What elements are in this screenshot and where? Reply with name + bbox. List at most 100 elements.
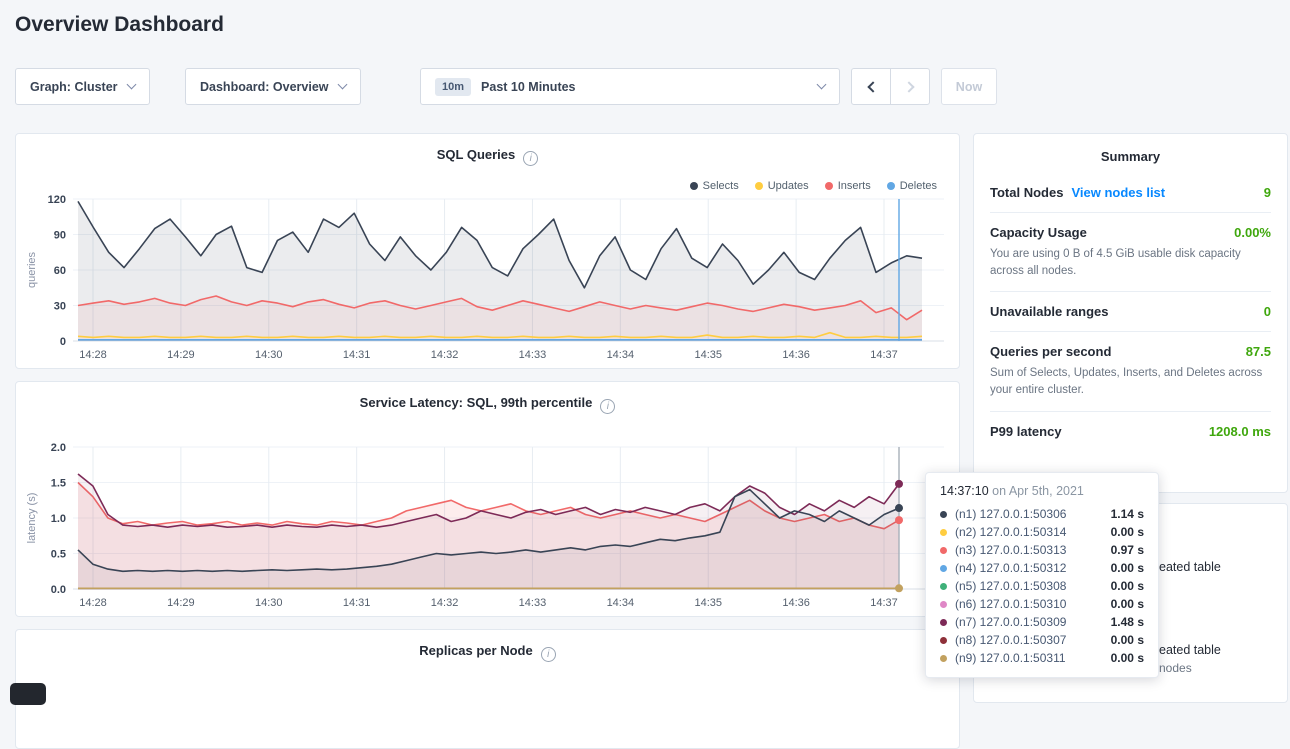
- svg-text:14:28: 14:28: [79, 597, 107, 609]
- service-latency-chart[interactable]: 0.00.51.01.52.014:2814:2914:3014:3114:32…: [21, 437, 954, 615]
- tooltip-node-row: (n2) 127.0.0.1:503140.00 s: [940, 523, 1144, 541]
- service-latency-title-row: Service Latency: SQL, 99th percentile i: [16, 395, 959, 414]
- svg-text:14:31: 14:31: [343, 349, 371, 361]
- tooltip-node-row: (n3) 127.0.0.1:503130.97 s: [940, 541, 1144, 559]
- tooltip-node-label: (n3) 127.0.0.1:50313: [955, 543, 1066, 557]
- info-icon[interactable]: i: [523, 151, 538, 166]
- summary-panel: Summary Total Nodes View nodes list 9 Ca…: [973, 133, 1288, 493]
- capacity-subtext: You are using 0 B of 4.5 GiB usable disk…: [990, 246, 1271, 279]
- svg-text:14:36: 14:36: [782, 349, 810, 361]
- svg-text:14:29: 14:29: [167, 349, 195, 361]
- svg-text:0: 0: [60, 336, 66, 348]
- graph-dropdown[interactable]: Graph: Cluster: [15, 68, 150, 105]
- svg-text:0.0: 0.0: [51, 584, 66, 596]
- svg-text:14:34: 14:34: [607, 349, 635, 361]
- replicas-title-row: Replicas per Node i: [16, 643, 959, 662]
- tooltip-node-value: 0.00 s: [1111, 561, 1144, 575]
- time-prev-button[interactable]: [851, 68, 891, 105]
- time-range-label: Past 10 Minutes: [481, 80, 575, 94]
- info-icon[interactable]: i: [541, 647, 556, 662]
- replicas-title: Replicas per Node: [419, 643, 532, 658]
- svg-text:14:29: 14:29: [167, 597, 195, 609]
- sql-queries-chart[interactable]: 030609012014:2814:2914:3014:3114:3214:33…: [21, 189, 954, 367]
- info-icon[interactable]: i: [600, 399, 615, 414]
- summary-row-capacity: Capacity Usage 0.00% You are using 0 B o…: [990, 213, 1271, 292]
- tooltip-node-row: (n8) 127.0.0.1:50307 0.00 s: [940, 631, 1144, 649]
- qps-value: 87.5: [1246, 344, 1271, 359]
- unavailable-ranges-label: Unavailable ranges: [990, 304, 1109, 319]
- node-color-dot-icon: [940, 529, 947, 536]
- tooltip-node-row: (n1) 127.0.0.1:503061.14 s: [940, 505, 1144, 523]
- tooltip-node-label: (n8) 127.0.0.1:50307: [955, 633, 1066, 647]
- svg-text:14:37: 14:37: [870, 349, 898, 361]
- capacity-label: Capacity Usage: [990, 225, 1087, 240]
- tooltip-date: on Apr 5th, 2021: [989, 484, 1084, 498]
- total-nodes-value: 9: [1264, 185, 1271, 200]
- summary-row-p99: P99 latency 1208.0 ms: [990, 412, 1271, 451]
- p99-latency-value: 1208.0 ms: [1209, 424, 1271, 439]
- p99-latency-label: P99 latency: [990, 424, 1062, 439]
- summary-title: Summary: [974, 134, 1287, 173]
- svg-text:14:32: 14:32: [431, 597, 459, 609]
- node-color-dot-icon: [940, 547, 947, 554]
- svg-text:14:30: 14:30: [255, 597, 283, 609]
- tooltip-node-label: (n9) 127.0.0.1:50311: [955, 651, 1066, 665]
- svg-text:14:37: 14:37: [870, 597, 898, 609]
- chevron-down-icon: [126, 80, 136, 90]
- now-button[interactable]: Now: [941, 68, 997, 105]
- dashboard-dropdown-label: Dashboard: Overview: [200, 80, 329, 94]
- service-latency-title: Service Latency: SQL, 99th percentile: [360, 395, 593, 410]
- svg-text:14:36: 14:36: [782, 597, 810, 609]
- summary-row-total-nodes: Total Nodes View nodes list 9: [990, 173, 1271, 213]
- svg-text:14:33: 14:33: [519, 349, 547, 361]
- tooltip-node-rows: (n1) 127.0.0.1:503061.14 s(n2) 127.0.0.1…: [940, 505, 1144, 667]
- node-color-dot-icon: [940, 583, 947, 590]
- svg-text:14:31: 14:31: [343, 597, 371, 609]
- tooltip-node-label: (n5) 127.0.0.1:50308: [955, 579, 1066, 593]
- summary-row-qps: Queries per second 87.5 Sum of Selects, …: [990, 332, 1271, 411]
- node-color-dot-icon: [940, 511, 947, 518]
- tooltip-node-row: (n6) 127.0.0.1:50310 0.00 s: [940, 595, 1144, 613]
- sql-queries-title-row: SQL Queriesi: [16, 147, 959, 166]
- tooltip-node-label: (n7) 127.0.0.1:50309: [955, 615, 1066, 629]
- unavailable-ranges-value: 0: [1264, 304, 1271, 319]
- time-next-button[interactable]: [890, 68, 930, 105]
- tooltip-node-label: (n6) 127.0.0.1:50310: [955, 597, 1066, 611]
- view-nodes-list-link[interactable]: View nodes list: [1071, 185, 1165, 200]
- node-color-dot-icon: [940, 655, 947, 662]
- qps-subtext: Sum of Selects, Updates, Inserts, and De…: [990, 365, 1271, 398]
- time-range-dropdown[interactable]: 10m Past 10 Minutes: [420, 68, 840, 105]
- tooltip-node-label: (n2) 127.0.0.1:50314: [955, 525, 1066, 539]
- tooltip-node-value: 0.00 s: [1111, 597, 1144, 611]
- event-text-fragment: nodes: [1159, 661, 1192, 675]
- total-nodes-label: Total Nodes: [990, 185, 1063, 200]
- tooltip-time: 14:37:10: [940, 484, 989, 498]
- svg-text:14:30: 14:30: [255, 349, 283, 361]
- tooltip-node-row: (n9) 127.0.0.1:503110.00 s: [940, 649, 1144, 667]
- tooltip-node-row: (n7) 127.0.0.1:503091.48 s: [940, 613, 1144, 631]
- svg-text:30: 30: [54, 301, 66, 313]
- dashboard-dropdown[interactable]: Dashboard: Overview: [185, 68, 361, 105]
- page-title: Overview Dashboard: [15, 13, 224, 37]
- svg-text:queries: queries: [26, 251, 38, 288]
- sql-queries-panel: SQL Queriesi SelectsUpdatesInsertsDelete…: [15, 133, 960, 369]
- svg-text:14:35: 14:35: [694, 349, 722, 361]
- svg-text:latency (s): latency (s): [26, 493, 38, 544]
- node-color-dot-icon: [940, 565, 947, 572]
- chevron-right-icon: [903, 81, 914, 92]
- node-color-dot-icon: [940, 637, 947, 644]
- capacity-value: 0.00%: [1234, 225, 1271, 240]
- bottom-left-button[interactable]: [10, 683, 46, 705]
- tooltip-node-label: (n1) 127.0.0.1:50306: [955, 507, 1066, 521]
- tooltip-node-value: 0.00 s: [1111, 633, 1144, 647]
- svg-text:14:32: 14:32: [431, 349, 459, 361]
- graph-dropdown-label: Graph: Cluster: [30, 80, 118, 94]
- svg-text:14:33: 14:33: [519, 597, 547, 609]
- svg-text:14:35: 14:35: [694, 597, 722, 609]
- chart-tooltip: 14:37:10 on Apr 5th, 2021 (n1) 127.0.0.1…: [925, 472, 1159, 678]
- event-text-fragment: eated table: [1159, 560, 1221, 574]
- svg-text:14:34: 14:34: [607, 597, 635, 609]
- svg-text:1.0: 1.0: [51, 513, 66, 525]
- service-latency-panel: Service Latency: SQL, 99th percentile i 0…: [15, 381, 960, 617]
- tooltip-node-label: (n4) 127.0.0.1:50312: [955, 561, 1066, 575]
